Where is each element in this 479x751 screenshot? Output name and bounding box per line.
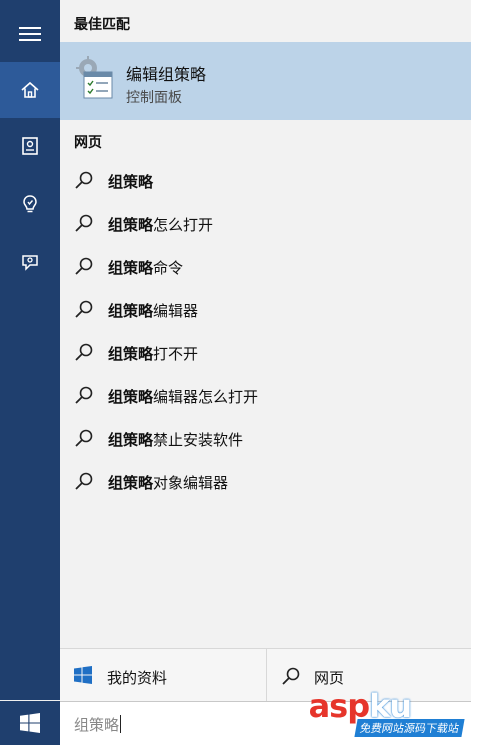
web-filter-label: 网页 — [314, 669, 345, 687]
web-result-text: 组策略 — [108, 173, 154, 191]
search-icon — [75, 343, 93, 361]
rail-notebook-button[interactable] — [0, 118, 60, 174]
search-icon — [75, 386, 93, 404]
web-result-item[interactable]: 组策略编辑器怎么打开 — [60, 375, 471, 415]
start-button[interactable] — [0, 701, 60, 745]
web-result-item[interactable]: 组策略 — [60, 160, 471, 200]
web-result-item[interactable]: 组策略对象编辑器 — [60, 461, 471, 501]
hamburger-menu-button[interactable] — [0, 6, 60, 62]
search-icon — [75, 300, 93, 318]
web-result-item[interactable]: 组策略编辑器 — [60, 289, 471, 329]
feedback-icon — [22, 255, 38, 271]
home-icon — [21, 81, 39, 98]
search-icon — [75, 472, 93, 490]
web-result-text: 组策略禁止安装软件 — [108, 431, 244, 449]
search-icon — [282, 667, 300, 685]
cortana-rail — [0, 0, 60, 700]
search-icon — [75, 429, 93, 447]
search-icon — [75, 171, 93, 189]
best-match-header: 最佳匹配 — [74, 17, 130, 33]
web-result-item[interactable]: 组策略怎么打开 — [60, 203, 471, 243]
web-result-item[interactable]: 组策略打不开 — [60, 332, 471, 372]
results-panel: 最佳匹配 编辑组策略 控制面板 网页 组策略 组策略怎么打开 组策略命令 组策略… — [60, 0, 471, 648]
start-search-window: 最佳匹配 编辑组策略 控制面板 网页 组策略 组策略怎么打开 组策略命令 组策略… — [0, 0, 471, 745]
web-result-item[interactable]: 组策略命令 — [60, 246, 471, 286]
rail-reminders-button[interactable] — [0, 176, 60, 232]
web-result-text: 组策略编辑器 — [108, 302, 199, 320]
web-section-header: 网页 — [74, 135, 102, 151]
search-icon — [75, 257, 93, 275]
my-stuff-label: 我的资料 — [107, 669, 168, 687]
web-result-text: 组策略命令 — [108, 259, 184, 277]
web-result-item[interactable]: 组策略禁止安装软件 — [60, 418, 471, 458]
notebook-icon — [22, 137, 38, 155]
best-match-title: 编辑组策略 — [126, 65, 207, 84]
web-result-text: 组策略对象编辑器 — [108, 474, 229, 492]
windows-logo-icon — [74, 666, 92, 684]
best-match-item[interactable]: 编辑组策略 控制面板 — [60, 42, 471, 120]
windows-logo-icon — [20, 713, 40, 733]
best-match-subtitle: 控制面板 — [126, 90, 182, 106]
search-query-text: 组策略 — [74, 715, 122, 734]
hamburger-icon — [19, 27, 41, 41]
web-result-text: 组策略编辑器怎么打开 — [108, 388, 259, 406]
rail-feedback-button[interactable] — [0, 235, 60, 291]
text-caret — [120, 715, 122, 733]
group-policy-settings-icon — [76, 56, 113, 99]
web-result-text: 组策略怎么打开 — [108, 216, 214, 234]
rail-home-button[interactable] — [0, 62, 60, 118]
my-stuff-filter-button[interactable]: 我的资料 — [60, 649, 265, 702]
search-icon — [75, 214, 93, 232]
web-result-text: 组策略打不开 — [108, 345, 199, 363]
lightbulb-icon — [23, 195, 37, 213]
site-watermark: aspku.com 免费网站源码下载站 — [298, 687, 465, 737]
watermark-slogan: 免费网站源码下载站 — [354, 719, 465, 737]
